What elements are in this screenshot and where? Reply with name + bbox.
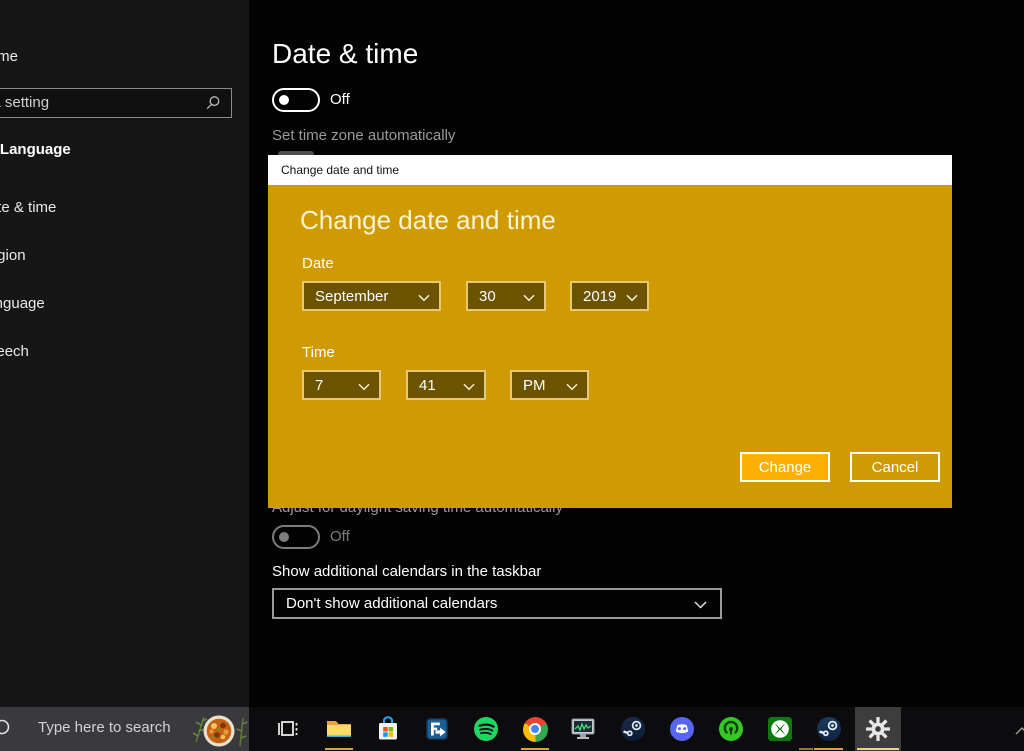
sidebar-item-language[interactable]: Language <box>0 295 45 312</box>
chevron-down-icon <box>463 383 475 391</box>
minute-value: 41 <box>419 376 436 394</box>
chevron-down-icon <box>626 294 638 302</box>
running-indicator-settings <box>857 748 899 750</box>
steam-button[interactable] <box>610 707 656 751</box>
day-dropdown[interactable]: 30 <box>466 281 546 311</box>
dialog-titlebar: Change date and time <box>268 155 952 185</box>
chevron-down-icon <box>694 601 707 609</box>
hour-dropdown[interactable]: 7 <box>302 370 381 400</box>
dst-state: Off <box>330 528 350 545</box>
search-icon <box>206 96 220 110</box>
dialog-window-title: Change date and time <box>281 163 400 177</box>
spotify-button[interactable] <box>463 707 509 751</box>
toggle-knob <box>279 532 289 542</box>
microsoft-store-icon <box>379 716 397 740</box>
month-dropdown[interactable]: September <box>302 281 441 311</box>
xbox-button[interactable] <box>757 707 803 751</box>
discord-icon <box>670 717 694 741</box>
spotify-icon <box>474 717 498 741</box>
chevron-down-icon <box>418 294 430 302</box>
toggle-knob <box>279 95 289 105</box>
system-monitor-icon <box>571 718 595 739</box>
change-date-time-dialog: Change date and time Date September 30 2… <box>268 185 952 508</box>
system-monitor-button[interactable] <box>561 707 607 751</box>
sidebar-item-date-time[interactable]: Date & time <box>0 199 56 216</box>
dialog-heading: Change date and time <box>300 205 556 235</box>
chevron-down-icon <box>566 383 578 391</box>
green-spiral-app-icon <box>719 717 743 741</box>
sidebar-section-title: Time & Language <box>0 141 71 158</box>
year-dropdown[interactable]: 2019 <box>570 281 649 311</box>
taskbar-search-box[interactable]: Type here to search <box>0 707 249 751</box>
hour-value: 7 <box>315 376 324 394</box>
chevron-down-icon <box>358 383 370 391</box>
settings-gear-icon <box>866 717 890 741</box>
cancel-button[interactable]: Cancel <box>850 452 940 482</box>
task-view-icon <box>278 721 298 736</box>
chevron-down-icon <box>523 294 535 302</box>
xbox-icon <box>768 717 792 741</box>
windows-settings-screen: Home Find a setting Time & Language Date… <box>0 0 1024 751</box>
set-time-automatically-state: Off <box>330 91 350 108</box>
sidebar-item-speech[interactable]: Speech <box>0 343 29 360</box>
discord-button[interactable] <box>659 707 705 751</box>
dst-toggle[interactable] <box>272 525 320 549</box>
running-indicator-chrome <box>521 748 549 750</box>
set-time-automatically-toggle[interactable] <box>272 88 320 112</box>
calendars-label: Show additional calendars in the taskbar <box>272 563 542 580</box>
set-timezone-label: Set time zone automatically <box>272 127 456 144</box>
running-indicator-steam <box>814 748 843 750</box>
meridiem-value: PM <box>523 376 546 394</box>
change-button[interactable]: Change <box>740 452 830 482</box>
find-a-setting-input[interactable]: Find a setting <box>0 88 232 118</box>
seasonal-doodle-icon[interactable] <box>186 710 248 750</box>
steam-running-button[interactable] <box>806 707 852 751</box>
file-explorer-icon <box>327 721 351 737</box>
steam-icon <box>621 717 645 741</box>
find-a-setting-placeholder: Find a setting <box>0 94 50 111</box>
taskbar-search-placeholder: Type here to search <box>38 719 171 736</box>
additional-calendars-value: Don't show additional calendars <box>286 595 498 612</box>
month-value: September <box>315 287 389 305</box>
minute-dropdown[interactable]: 41 <box>406 370 486 400</box>
search-icon <box>0 719 10 735</box>
time-section-label: Time <box>302 344 335 361</box>
page-title: Date & time <box>272 38 419 69</box>
meridiem-dropdown[interactable]: PM <box>510 370 589 400</box>
running-indicator-file-explorer <box>325 748 353 750</box>
file-explorer-button[interactable] <box>316 707 362 751</box>
date-section-label: Date <box>302 255 334 272</box>
settings-sidebar: Home Find a setting Time & Language Date… <box>0 0 249 707</box>
show-hidden-icons-chevron-icon[interactable] <box>1014 726 1024 736</box>
running-indicator-dim <box>799 748 813 750</box>
chrome-button[interactable] <box>512 707 558 751</box>
blue-arrow-app-icon <box>426 718 448 740</box>
sidebar-item-region[interactable]: Region <box>0 247 26 264</box>
microsoft-store-button[interactable] <box>365 707 411 751</box>
day-value: 30 <box>479 287 496 305</box>
chrome-icon <box>522 716 548 742</box>
steam-icon <box>817 717 841 741</box>
additional-calendars-dropdown[interactable]: Don't show additional calendars <box>272 588 722 619</box>
blue-arrow-app-button[interactable] <box>414 707 460 751</box>
green-spiral-app-button[interactable] <box>708 707 754 751</box>
settings-button[interactable] <box>855 707 901 751</box>
taskbar: Type here to search <box>0 707 1024 751</box>
sidebar-item-home[interactable]: Home <box>0 48 18 65</box>
year-value: 2019 <box>583 287 617 305</box>
task-view-button[interactable] <box>266 707 312 751</box>
